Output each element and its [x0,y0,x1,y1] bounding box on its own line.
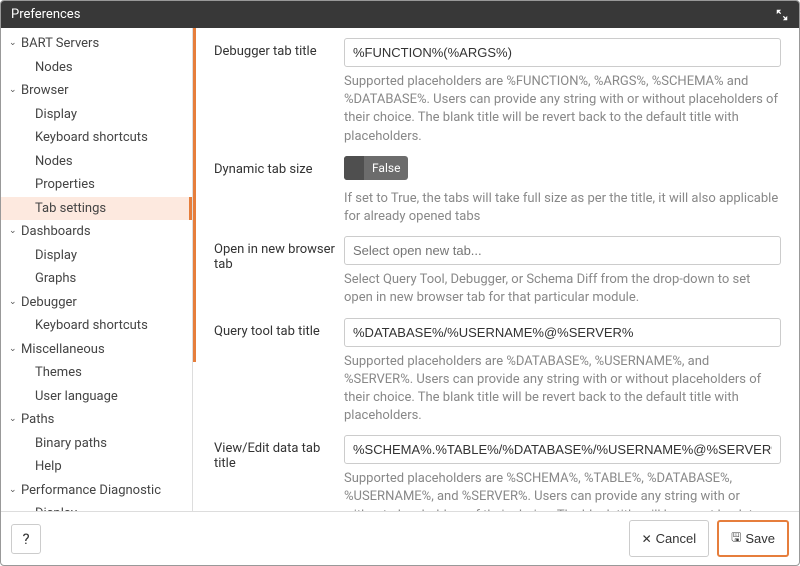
sidebar-group-label: Browser [21,81,69,101]
sidebar-item-label: Keyboard shortcuts [35,128,148,148]
sidebar-item[interactable]: Keyboard shortcuts [1,314,192,338]
view-edit-title-help: Supported placeholders are %SCHEMA%, %TA… [344,470,781,511]
save-button[interactable]: 🖫Save [717,520,789,557]
sidebar-item[interactable]: Display [1,244,192,268]
sidebar-group[interactable]: ⌄Dashboards [1,220,192,244]
query-tool-title-help: Supported placeholders are %DATABASE%, %… [344,353,781,426]
window-title: Preferences [11,7,80,22]
sidebar-item-label: Nodes [35,152,73,172]
sidebar-item-label: Display [35,105,77,125]
sidebar-item[interactable]: User language [1,385,192,409]
sidebar-item[interactable]: Properties [1,173,192,197]
sidebar-item-label: Keyboard shortcuts [35,316,148,336]
sidebar-group[interactable]: ⌄Browser [1,79,192,103]
titlebar: Preferences [1,1,799,28]
query-tool-title-label: Query tool tab title [214,318,344,426]
sidebar-item[interactable]: Display [1,103,192,127]
sidebar-item[interactable]: Binary paths [1,432,192,456]
open-new-tab-help: Select Query Tool, Debugger, or Schema D… [344,271,781,307]
toggle-label: False [364,161,408,175]
sidebar-item[interactable]: Themes [1,361,192,385]
chevron-down-icon: ⌄ [9,296,21,310]
open-new-tab-label: Open in new browser tab [214,236,344,307]
sidebar-group-label: BART Servers [21,34,99,54]
dynamic-tab-size-label: Dynamic tab size [214,156,344,226]
view-edit-title-input[interactable] [344,435,781,464]
chevron-down-icon: ⌄ [9,413,21,427]
chevron-down-icon: ⌄ [9,484,21,498]
footer: ? ✕Cancel 🖫Save [1,511,799,565]
help-button[interactable]: ? [11,524,41,554]
save-icon: 🖫 [731,528,741,549]
chevron-down-icon: ⌄ [9,37,21,51]
sidebar-item-label: Tab settings [35,199,106,219]
sidebar-item-label: Help [35,457,62,477]
chevron-down-icon: ⌄ [9,84,21,98]
sidebar-item-label: Display [35,504,77,511]
debugger-tab-title-help: Supported placeholders are %FUNCTION%, %… [344,73,781,146]
sidebar-item-label: Graphs [35,269,76,289]
sidebar-group[interactable]: ⌄BART Servers [1,32,192,56]
open-new-tab-select[interactable] [344,236,781,265]
sidebar-group-label: Dashboards [21,222,91,242]
dynamic-tab-size-help: If set to True, the tabs will take full … [344,190,781,226]
sidebar-item-label: Display [35,246,77,266]
sidebar-group[interactable]: ⌄Debugger [1,291,192,315]
sidebar-item[interactable]: Display [1,502,192,511]
sidebar-item-label: Themes [35,363,82,383]
sidebar-item-label: Binary paths [35,434,107,454]
debugger-tab-title-label: Debugger tab title [214,38,344,146]
sidebar-item-label: Properties [35,175,95,195]
query-tool-title-input[interactable] [344,318,781,347]
sidebar-item[interactable]: Graphs [1,267,192,291]
toggle-knob [344,156,364,180]
close-icon: ✕ [642,532,652,546]
sidebar-item[interactable]: Nodes [1,150,192,174]
main-panel: Debugger tab title Supported placeholder… [193,28,799,511]
expand-icon[interactable] [775,8,789,22]
sidebar-group-label: Performance Diagnostic [21,481,161,501]
dynamic-tab-size-toggle[interactable]: False [344,156,408,180]
sidebar-group-label: Miscellaneous [21,340,105,360]
sidebar-group-label: Debugger [21,293,77,313]
chevron-down-icon: ⌄ [9,343,21,357]
sidebar-group[interactable]: ⌄Performance Diagnostic [1,479,192,503]
sidebar-item[interactable]: Tab settings [1,197,192,221]
sidebar-group-label: Paths [21,410,54,430]
sidebar-item-label: Nodes [35,58,73,78]
cancel-button[interactable]: ✕Cancel [629,520,710,557]
debugger-tab-title-input[interactable] [344,38,781,67]
sidebar-item[interactable]: Help [1,455,192,479]
sidebar-item[interactable]: Keyboard shortcuts [1,126,192,150]
chevron-down-icon: ⌄ [9,225,21,239]
sidebar-group[interactable]: ⌄Paths [1,408,192,432]
sidebar-item-label: User language [35,387,118,407]
view-edit-title-label: View/Edit data tab title [214,435,344,511]
sidebar: ⌄BART ServersNodes⌄BrowserDisplayKeyboar… [1,28,193,511]
sidebar-group[interactable]: ⌄Miscellaneous [1,338,192,362]
sidebar-item[interactable]: Nodes [1,56,192,80]
